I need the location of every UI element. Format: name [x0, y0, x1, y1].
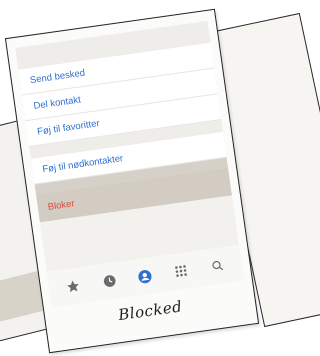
contacts-icon[interactable]: [133, 264, 158, 289]
star-icon[interactable]: [61, 274, 86, 299]
clock-icon[interactable]: [97, 269, 122, 294]
keypad-icon[interactable]: [169, 259, 194, 284]
polaroid-card: Send besked Del kontakt Føj til favoritt…: [4, 8, 260, 354]
search-icon[interactable]: [205, 254, 230, 279]
phone-screen: Send besked Del kontakt Føj til favoritt…: [15, 20, 244, 308]
